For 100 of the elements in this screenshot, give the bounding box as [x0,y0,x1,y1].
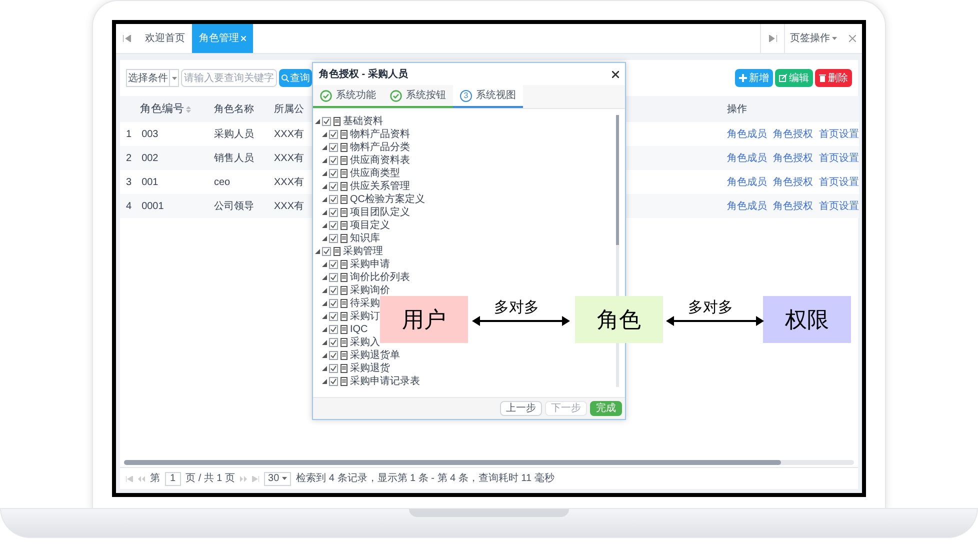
checkbox[interactable] [329,377,338,386]
expand-icon[interactable] [322,262,327,267]
tree-item-label[interactable]: 采购管理 [343,246,383,256]
checkbox[interactable] [322,247,331,256]
record-summary: 检索到 4 条记录，显示第 1 条 - 第 4 条，查询耗时 11 毫秒 [296,472,554,486]
tree-item-label[interactable]: 采购退货单 [350,350,400,360]
expand-icon[interactable] [322,379,327,384]
action-link[interactable]: 角色授权 [773,198,813,214]
expand-icon[interactable] [315,249,320,254]
checkbox[interactable] [329,208,338,217]
expand-icon[interactable] [322,288,327,293]
page-icon [340,364,348,373]
checkbox[interactable] [329,169,338,178]
page-icon [340,351,348,360]
action-link[interactable]: 角色授权 [773,174,813,190]
action-link[interactable]: 角色授权 [773,150,813,166]
row-number: 1 [126,128,132,142]
tree-item-label[interactable]: 供应商资料表 [350,156,410,166]
horizontal-scrollbar[interactable] [124,460,854,465]
tree-item-label[interactable]: 采购订 [350,312,380,322]
expand-icon[interactable] [322,210,327,215]
caret-icon [282,477,288,480]
expand-icon[interactable] [322,275,327,280]
wizard-step[interactable]: 系统功能 [313,85,383,108]
tab-actions-menu[interactable]: 页签操作 [784,24,842,53]
delete-button[interactable]: 删除 [815,69,852,87]
tree-item-label[interactable]: IQC [350,324,368,334]
table-cell-text: 公司领导 [214,200,254,214]
checkbox[interactable] [329,143,338,152]
page-total: 页 / 共 1 页 [186,472,236,486]
tree-item-label[interactable]: 采购申请记录表 [350,376,420,386]
caret-icon [832,37,837,40]
checkbox[interactable] [329,351,338,360]
action-link[interactable]: 首页设置 [819,150,859,166]
expand-icon[interactable] [322,236,327,241]
checkbox[interactable] [329,312,338,321]
action-link[interactable]: 首页设置 [819,174,859,190]
page-icon [340,312,348,321]
close-icon[interactable] [612,70,619,78]
tree-item-label[interactable]: 采购退货 [350,364,390,374]
expand-icon[interactable] [322,340,327,345]
page-icon [340,377,348,386]
table-cell-text: XXX有 [274,128,304,142]
expand-icon[interactable] [322,158,327,163]
prev-button[interactable]: 上一步 [500,401,542,416]
action-link[interactable]: 角色授权 [773,126,813,142]
expand-icon[interactable] [322,197,327,202]
action-link[interactable]: 首页设置 [819,126,859,142]
expand-icon[interactable] [322,353,327,358]
checkbox[interactable] [329,299,338,308]
page-size-select[interactable]: 30 [264,472,292,486]
checkbox[interactable] [329,286,338,295]
checkbox[interactable] [329,273,338,282]
table-cell-text: 销售人员 [214,152,254,166]
tree-item-label[interactable]: 供应关系管理 [350,182,410,192]
expand-icon[interactable] [315,119,320,124]
tree-item-label[interactable]: QC检验方案定义 [350,194,425,204]
tree-item-label[interactable]: 询价比价列表 [350,272,410,282]
search-field[interactable]: 请输入要查询关键字 [181,69,277,87]
tree-item-label[interactable]: 采购询价 [350,286,390,296]
checkbox[interactable] [329,221,338,230]
expand-icon[interactable] [322,366,327,371]
dialog-title: 角色授权 - 采购人员 [319,68,408,82]
checkbox[interactable] [329,325,338,334]
expand-icon[interactable] [322,223,327,228]
action-link[interactable]: 角色成员 [727,150,767,166]
checkbox[interactable] [329,338,338,347]
tree-item-label[interactable]: 基础资料 [343,116,383,126]
checkbox[interactable] [329,156,338,165]
checkbox[interactable] [329,260,338,269]
plus-icon [739,74,747,82]
checkbox[interactable] [322,117,331,126]
checkbox[interactable] [329,364,338,373]
condition-select[interactable]: 选择条件 [126,69,179,87]
action-link[interactable]: 首页设置 [819,198,859,214]
checkbox[interactable] [329,182,338,191]
action-link[interactable]: 角色成员 [727,198,767,214]
tree-item-label[interactable]: 物料产品分类 [350,142,410,152]
expand-icon[interactable] [322,301,327,306]
wizard-step[interactable]: 3 系统视图 [453,85,523,108]
table-cell-text: XXX有 [274,152,304,166]
tree-item-label[interactable]: 知识库 [350,234,380,244]
action-link[interactable]: 角色成员 [727,174,767,190]
expand-icon[interactable] [322,132,327,137]
tree-item-label[interactable]: 待采购 [350,298,380,308]
tree-item-label[interactable]: 供应商类型 [350,168,400,178]
checkbox[interactable] [329,130,338,139]
expand-icon[interactable] [322,184,327,189]
action-link[interactable]: 角色成员 [727,126,767,142]
tree-item-label[interactable]: 采购申请 [350,260,390,270]
tree-item-label[interactable]: 项目定义 [350,220,390,230]
page-input[interactable]: 1 [165,472,181,486]
tree-item-label[interactable]: 项目团队定义 [350,208,410,218]
checkbox[interactable] [329,195,338,204]
tree-item-label[interactable]: 物料产品资料 [350,130,410,140]
checkbox[interactable] [329,234,338,243]
tab[interactable]: 欢迎首页 [138,24,192,53]
expand-icon[interactable] [322,327,327,332]
expand-icon[interactable] [322,314,327,319]
tree-item-label[interactable]: 采购入 [350,338,380,348]
